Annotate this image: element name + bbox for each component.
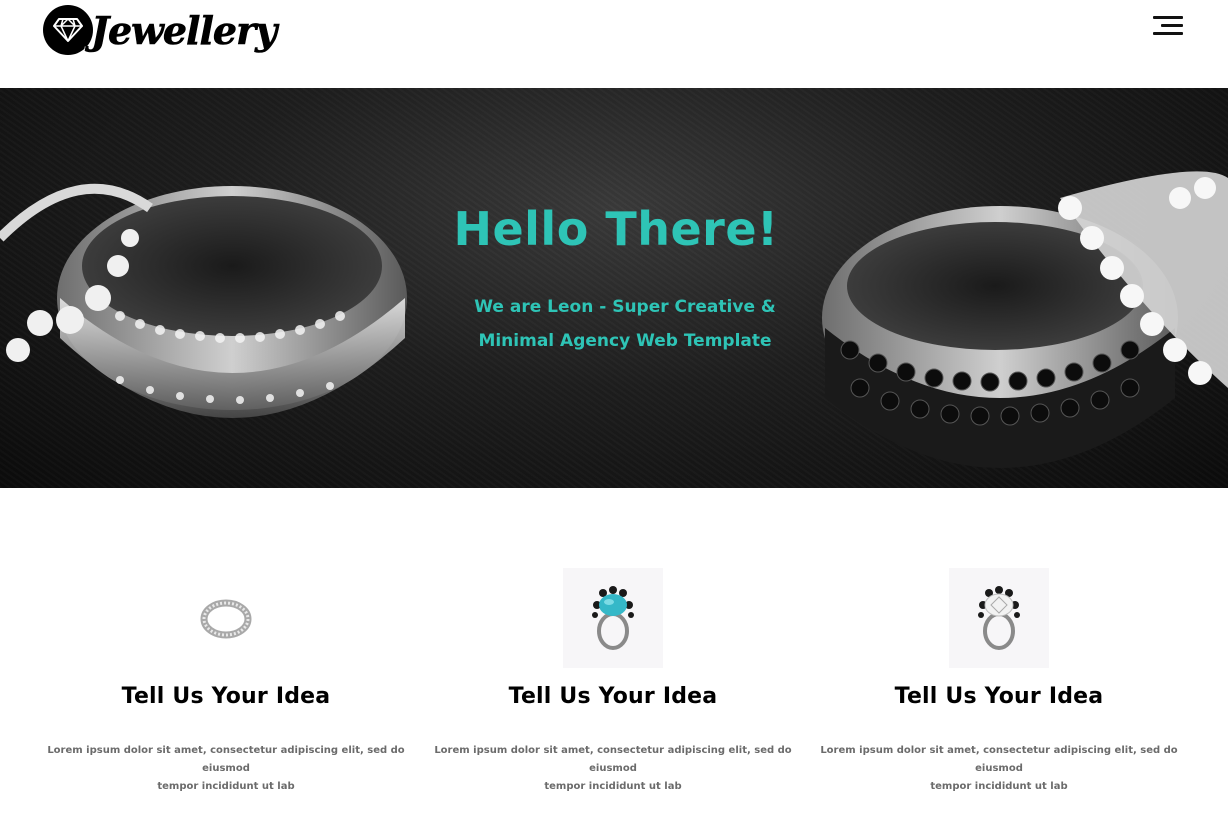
feature-description: Lorem ipsum dolor sit amet, consectetur … (820, 745, 1178, 792)
feature-card: Tell Us Your Idea Lorem ipsum dolor sit … (36, 568, 416, 796)
hero-rings-image (0, 171, 1228, 468)
feature-title: Tell Us Your Idea (894, 684, 1104, 709)
feature-image-turquoise-ring (563, 568, 663, 668)
feature-image-band-ring (176, 568, 276, 668)
feature-title: Tell Us Your Idea (508, 684, 718, 709)
feature-card: Tell Us Your Idea Lorem ipsum dolor sit … (423, 568, 803, 796)
feature-card: Tell Us Your Idea Lorem ipsum dolor sit … (809, 568, 1189, 796)
feature-description: Lorem ipsum dolor sit amet, consectetur … (47, 745, 405, 792)
brand-logo[interactable]: Jewellery (43, 2, 278, 58)
hero-subtitle: We are Leon - Super Creative & Minimal A… (0, 290, 1228, 358)
brand-name: Jewellery (91, 7, 278, 53)
feature-title: Tell Us Your Idea (121, 684, 331, 709)
hamburger-menu-icon[interactable] (1150, 14, 1186, 38)
feature-description: Lorem ipsum dolor sit amet, consectetur … (434, 745, 792, 792)
hero-subtitle-line-2: Minimal Agency Web Template (478, 331, 772, 351)
site-header: Jewellery (0, 0, 1228, 88)
hero-subtitle-line-1: We are Leon - Super Creative & (474, 297, 776, 317)
hero-banner: Hello There! We are Leon - Super Creativ… (0, 88, 1228, 488)
features-section: Tell Us Your Idea Lorem ipsum dolor sit … (0, 568, 1228, 824)
feature-image-gem-cluster-ring (949, 568, 1049, 668)
hero-title: Hello There! (453, 202, 779, 256)
diamond-icon (43, 5, 93, 55)
